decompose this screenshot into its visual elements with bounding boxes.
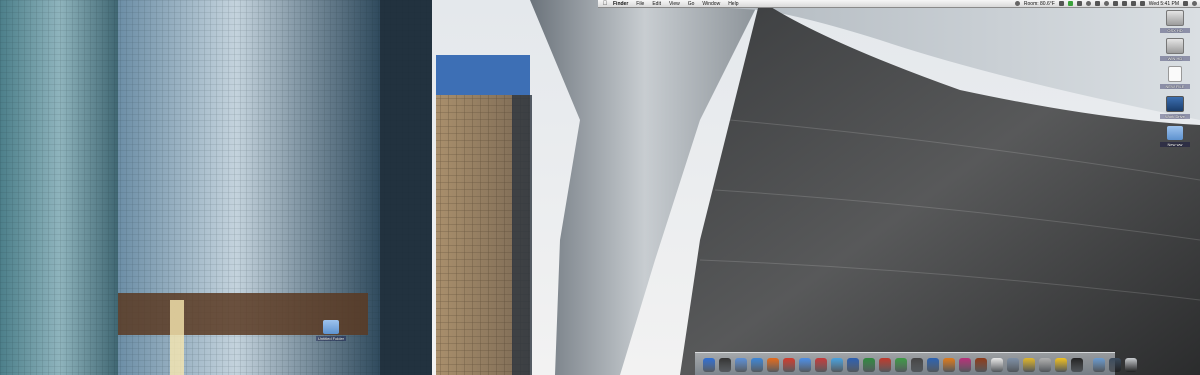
- hard-drive-icon: [1166, 10, 1184, 26]
- dock-icon-firefox[interactable]: [767, 358, 779, 372]
- dock-icon-illustrator[interactable]: [943, 358, 955, 372]
- menu-window[interactable]: Window: [702, 1, 720, 7]
- desktop-wallpaper: [0, 0, 1200, 375]
- dock-icon-app-red[interactable]: [879, 358, 891, 372]
- display-icon: [1166, 96, 1184, 112]
- desktop-icon-hd[interactable]: OSX HD: [1160, 10, 1190, 33]
- hard-drive-icon: [1166, 38, 1184, 54]
- desktop-icon-label: Work Drive: [1160, 114, 1190, 119]
- desktop-icon-file[interactable]: NEW FILE: [1160, 66, 1190, 89]
- menu-extra-icon[interactable]: [1058, 1, 1064, 6]
- sync-icon[interactable]: [1085, 1, 1091, 6]
- folder-icon: [323, 320, 339, 334]
- menu-view[interactable]: View: [669, 1, 680, 7]
- dock-icon-acrobat[interactable]: [991, 358, 1003, 372]
- dock-icon-disk-utility[interactable]: [1039, 358, 1051, 372]
- menu-help[interactable]: Help: [728, 1, 738, 7]
- menu-edit[interactable]: Edit: [652, 1, 661, 7]
- menu-file[interactable]: File: [636, 1, 644, 7]
- dock-icon-excel[interactable]: [863, 358, 875, 372]
- dock-icon-itunes[interactable]: [831, 358, 843, 372]
- dock-documents-stack-icon[interactable]: [1109, 358, 1121, 372]
- dock-icon-preview[interactable]: [1007, 358, 1019, 372]
- apple-menu-icon[interactable]: : [601, 1, 609, 7]
- volume-icon[interactable]: [1121, 1, 1127, 6]
- dock-icon-app-green[interactable]: [895, 358, 907, 372]
- desktop-icon-drive[interactable]: Work Drive: [1160, 96, 1190, 119]
- spotlight-search-icon[interactable]: [1192, 1, 1197, 6]
- menu-app-name[interactable]: Finder: [613, 1, 628, 7]
- dock: [695, 352, 1137, 375]
- dock-downloads-stack-icon[interactable]: [1093, 358, 1105, 372]
- user-icon[interactable]: [1183, 1, 1188, 6]
- dock-icon-terminal[interactable]: [1071, 358, 1083, 372]
- dock-icon-word[interactable]: [847, 358, 859, 372]
- dock-icon-bridge[interactable]: [975, 358, 987, 372]
- desktop-icon-label: OSX HD: [1160, 28, 1190, 33]
- menu-clock[interactable]: Wed 5:41 PM: [1149, 1, 1179, 7]
- desktop-icon-hd[interactable]: WIN HD: [1160, 38, 1190, 61]
- dock-icon-dashboard[interactable]: [719, 358, 731, 372]
- room-temperature[interactable]: Room: 80.6°F: [1024, 1, 1055, 7]
- dock-icon-app-dark[interactable]: [911, 358, 923, 372]
- menu-bar:  Finder File Edit View Go Window Help R…: [598, 0, 1200, 8]
- desktop-icon-label: WIN HD: [1160, 56, 1190, 61]
- battery-icon[interactable]: [1130, 1, 1136, 6]
- dock-trash-icon[interactable]: [1125, 358, 1137, 372]
- desktop-icon-label: Untitled Folder: [316, 336, 346, 341]
- desktop-icon-label: NEW FILE: [1160, 84, 1190, 89]
- dock-icon-ical[interactable]: [815, 358, 827, 372]
- dock-icon-chrome[interactable]: [783, 358, 795, 372]
- dock-icon-mail[interactable]: [735, 358, 747, 372]
- dock-icon-indesign[interactable]: [959, 358, 971, 372]
- wifi-icon[interactable]: [1112, 1, 1118, 6]
- input-flag-icon[interactable]: [1139, 1, 1145, 6]
- bluetooth-icon[interactable]: [1094, 1, 1100, 6]
- dock-icon-adium[interactable]: [1055, 358, 1067, 372]
- document-icon: [1168, 66, 1182, 82]
- dock-icon-ichat[interactable]: [799, 358, 811, 372]
- temperature-icon[interactable]: [1014, 1, 1020, 6]
- desktop-icon-folder[interactable]: Untitled Folder: [316, 320, 346, 341]
- desktop-icon-label: New ww: [1160, 142, 1190, 147]
- desktop-icon-folder[interactable]: New ww: [1160, 126, 1190, 147]
- dock-icon-finder[interactable]: [703, 358, 715, 372]
- menu-go[interactable]: Go: [688, 1, 695, 7]
- dock-icon-safari[interactable]: [751, 358, 763, 372]
- folder-icon: [1167, 126, 1183, 140]
- dock-icon-photoshop[interactable]: [927, 358, 939, 372]
- menu-extra-icon[interactable]: [1076, 1, 1082, 6]
- status-green-icon[interactable]: [1067, 1, 1073, 6]
- dock-icon-app-yellow[interactable]: [1023, 358, 1035, 372]
- time-machine-icon[interactable]: [1103, 1, 1109, 6]
